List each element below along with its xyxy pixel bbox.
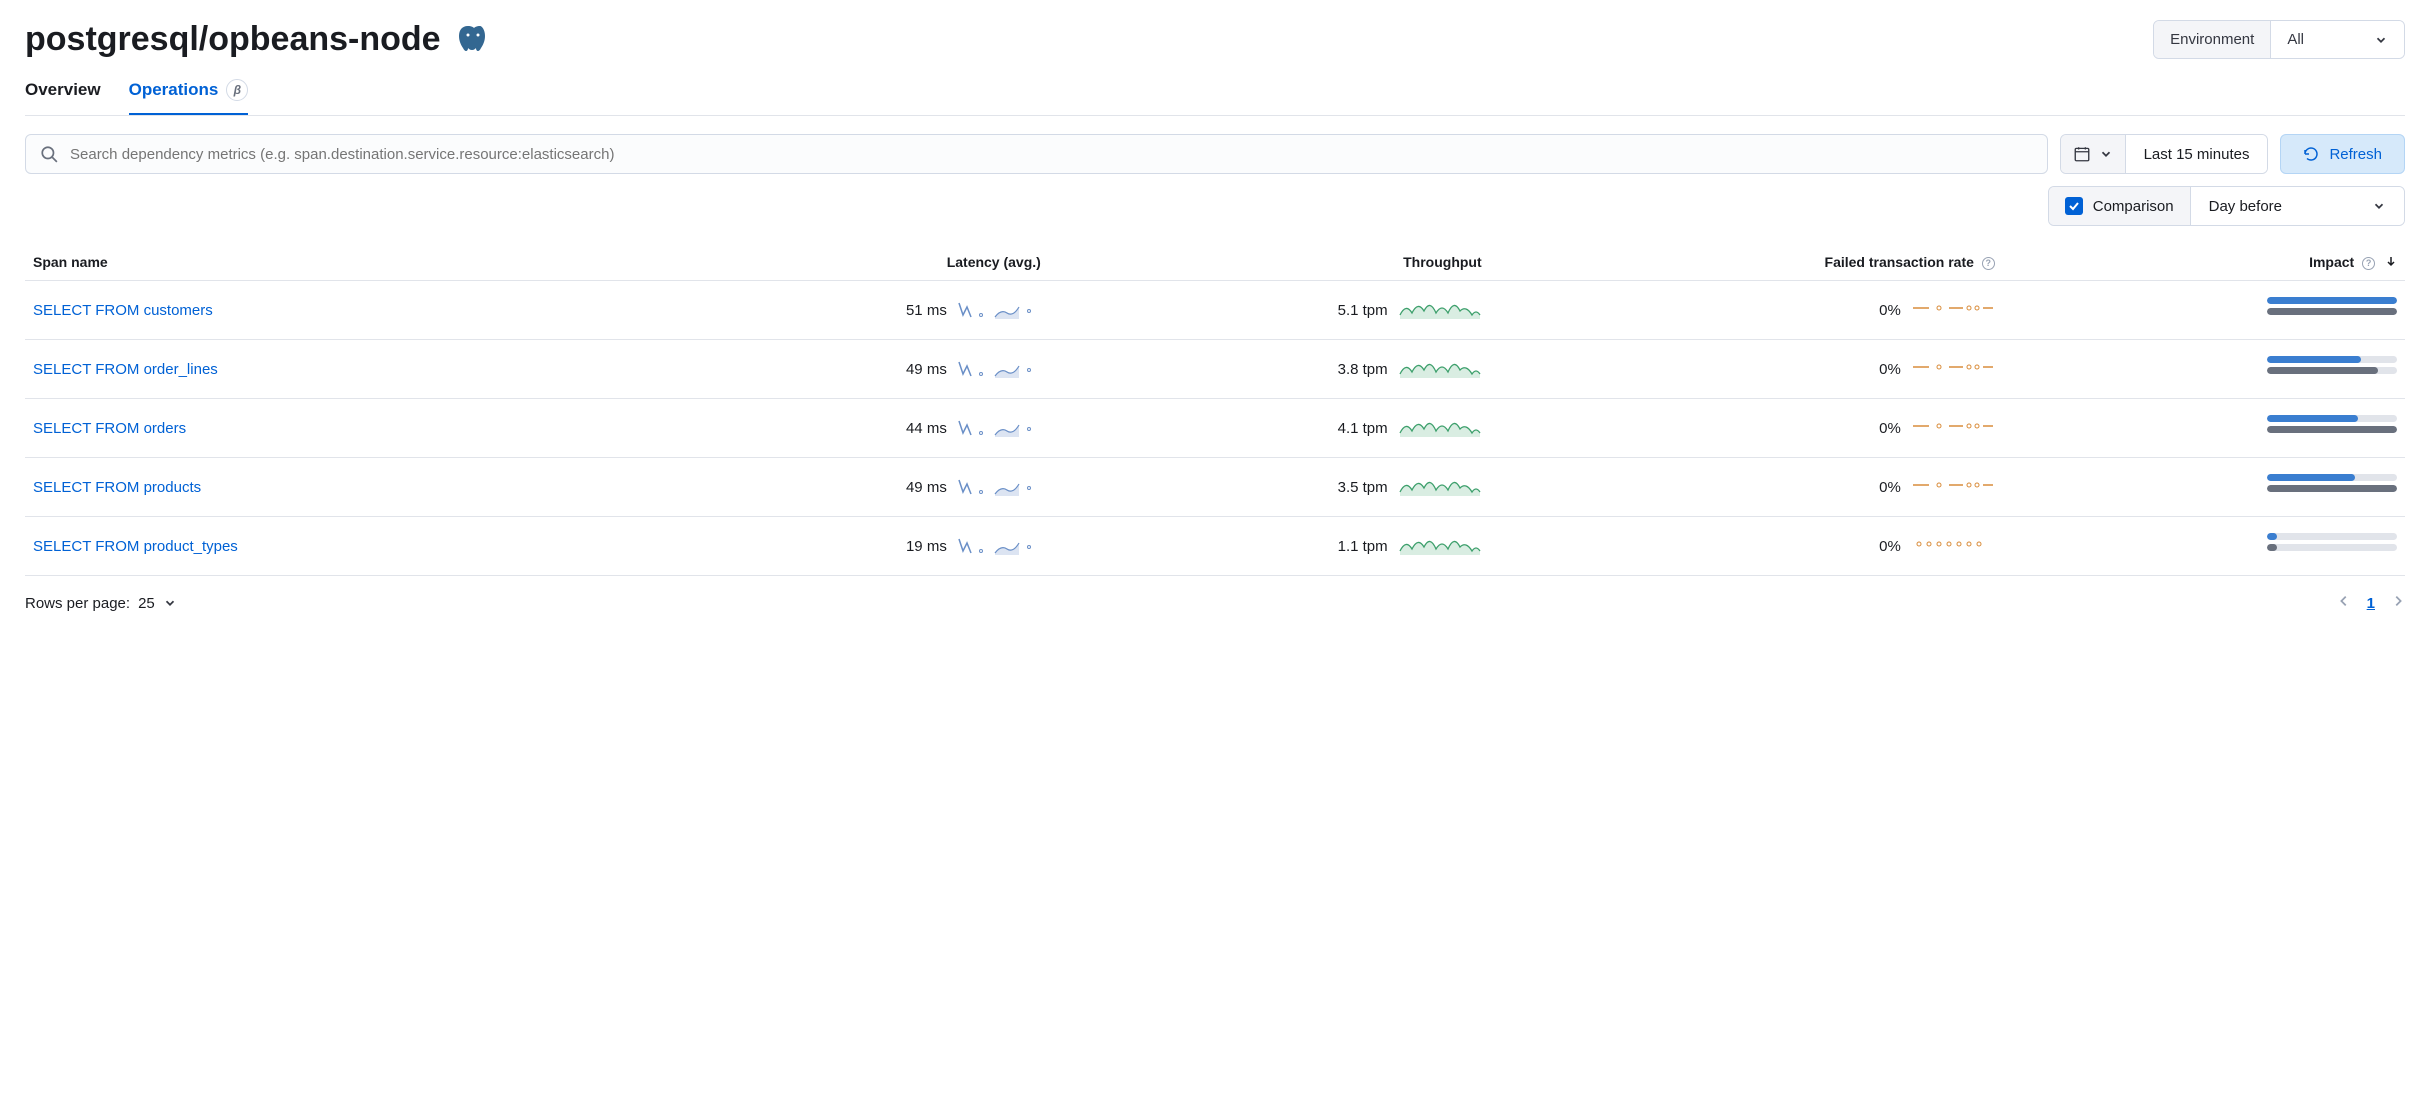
latency-sparkline bbox=[957, 295, 1041, 325]
latency-sparkline bbox=[957, 472, 1041, 502]
info-icon[interactable]: ? bbox=[2362, 257, 2375, 270]
info-icon[interactable]: ? bbox=[1982, 257, 1995, 270]
latency-value: 19 ms bbox=[906, 538, 947, 555]
date-range-label[interactable]: Last 15 minutes bbox=[2126, 135, 2268, 173]
postgresql-icon bbox=[457, 24, 489, 56]
page-number[interactable]: 1 bbox=[2367, 595, 2375, 612]
latency-sparkline bbox=[957, 354, 1041, 384]
table-row: SELECT FROM products 49 ms 3.5 tpm 0% bbox=[25, 458, 2405, 517]
impact-bars bbox=[2267, 533, 2397, 555]
comparison-toggle[interactable]: Comparison bbox=[2049, 187, 2191, 225]
span-link[interactable]: SELECT FROM customers bbox=[33, 302, 213, 319]
throughput-value: 1.1 tpm bbox=[1338, 538, 1388, 555]
latency-sparkline bbox=[957, 413, 1041, 443]
col-failed[interactable]: Failed transaction rate ? bbox=[1490, 244, 2003, 281]
latency-value: 51 ms bbox=[906, 302, 947, 319]
environment-label: Environment bbox=[2154, 21, 2271, 58]
span-link[interactable]: SELECT FROM orders bbox=[33, 420, 186, 437]
impact-bars bbox=[2267, 297, 2397, 319]
refresh-button[interactable]: Refresh bbox=[2280, 134, 2405, 174]
date-picker-button[interactable] bbox=[2061, 135, 2126, 173]
pager: 1 bbox=[2337, 594, 2405, 612]
tab-overview[interactable]: Overview bbox=[25, 79, 101, 115]
throughput-sparkline bbox=[1398, 472, 1482, 502]
throughput-value: 3.8 tpm bbox=[1338, 361, 1388, 378]
failed-value: 0% bbox=[1879, 479, 1901, 496]
throughput-value: 4.1 tpm bbox=[1338, 420, 1388, 437]
impact-bars bbox=[2267, 356, 2397, 378]
beta-badge: β bbox=[226, 79, 248, 101]
search-icon bbox=[40, 145, 58, 163]
failed-value: 0% bbox=[1879, 420, 1901, 437]
throughput-sparkline bbox=[1398, 413, 1482, 443]
failed-sparkline bbox=[1911, 295, 1995, 325]
throughput-sparkline bbox=[1398, 531, 1482, 561]
span-link[interactable]: SELECT FROM order_lines bbox=[33, 361, 218, 378]
chevron-down-icon bbox=[2372, 199, 2386, 213]
span-link[interactable]: SELECT FROM product_types bbox=[33, 538, 238, 555]
impact-bars bbox=[2267, 415, 2397, 437]
environment-selector[interactable]: Environment All bbox=[2153, 20, 2405, 59]
throughput-value: 5.1 tpm bbox=[1338, 302, 1388, 319]
failed-sparkline bbox=[1911, 472, 1995, 502]
comparison-select[interactable]: Day before bbox=[2191, 187, 2404, 225]
table-row: SELECT FROM order_lines 49 ms 3.8 tpm 0% bbox=[25, 340, 2405, 399]
failed-sparkline bbox=[1911, 413, 1995, 443]
col-span-name[interactable]: Span name bbox=[25, 244, 633, 281]
chevron-down-icon bbox=[2099, 147, 2113, 161]
checkbox-checked-icon bbox=[2065, 197, 2083, 215]
throughput-sparkline bbox=[1398, 295, 1482, 325]
page-prev[interactable] bbox=[2337, 594, 2351, 612]
page-title: postgresql/opbeans-node bbox=[25, 20, 441, 59]
tabs: Overview Operations β bbox=[25, 79, 2405, 116]
col-throughput[interactable]: Throughput bbox=[1049, 244, 1490, 281]
chevron-down-icon bbox=[2374, 33, 2388, 47]
chevron-down-icon bbox=[163, 596, 177, 610]
failed-value: 0% bbox=[1879, 302, 1901, 319]
table-row: SELECT FROM customers 51 ms 5.1 tpm 0% bbox=[25, 281, 2405, 340]
tab-operations[interactable]: Operations β bbox=[129, 79, 249, 115]
latency-value: 44 ms bbox=[906, 420, 947, 437]
page-next[interactable] bbox=[2391, 594, 2405, 612]
table-row: SELECT FROM orders 44 ms 4.1 tpm 0% bbox=[25, 399, 2405, 458]
refresh-icon bbox=[2303, 146, 2319, 162]
throughput-value: 3.5 tpm bbox=[1338, 479, 1388, 496]
calendar-icon bbox=[2073, 145, 2091, 163]
environment-value: All bbox=[2287, 31, 2304, 48]
operations-table: Span name Latency (avg.) Throughput Fail… bbox=[25, 244, 2405, 576]
table-row: SELECT FROM product_types 19 ms 1.1 tpm 0% bbox=[25, 517, 2405, 576]
rows-per-page-select[interactable]: Rows per page: 25 bbox=[25, 595, 177, 612]
failed-sparkline bbox=[1911, 354, 1995, 384]
throughput-sparkline bbox=[1398, 354, 1482, 384]
col-latency[interactable]: Latency (avg.) bbox=[633, 244, 1049, 281]
latency-value: 49 ms bbox=[906, 361, 947, 378]
failed-value: 0% bbox=[1879, 361, 1901, 378]
failed-sparkline bbox=[1911, 531, 1995, 561]
col-impact[interactable]: Impact ? bbox=[2003, 244, 2405, 281]
sort-desc-icon bbox=[2385, 254, 2397, 270]
search-input-wrap[interactable] bbox=[25, 134, 2048, 174]
impact-bars bbox=[2267, 474, 2397, 496]
latency-value: 49 ms bbox=[906, 479, 947, 496]
search-input[interactable] bbox=[70, 146, 2033, 163]
span-link[interactable]: SELECT FROM products bbox=[33, 479, 201, 496]
failed-value: 0% bbox=[1879, 538, 1901, 555]
latency-sparkline bbox=[957, 531, 1041, 561]
